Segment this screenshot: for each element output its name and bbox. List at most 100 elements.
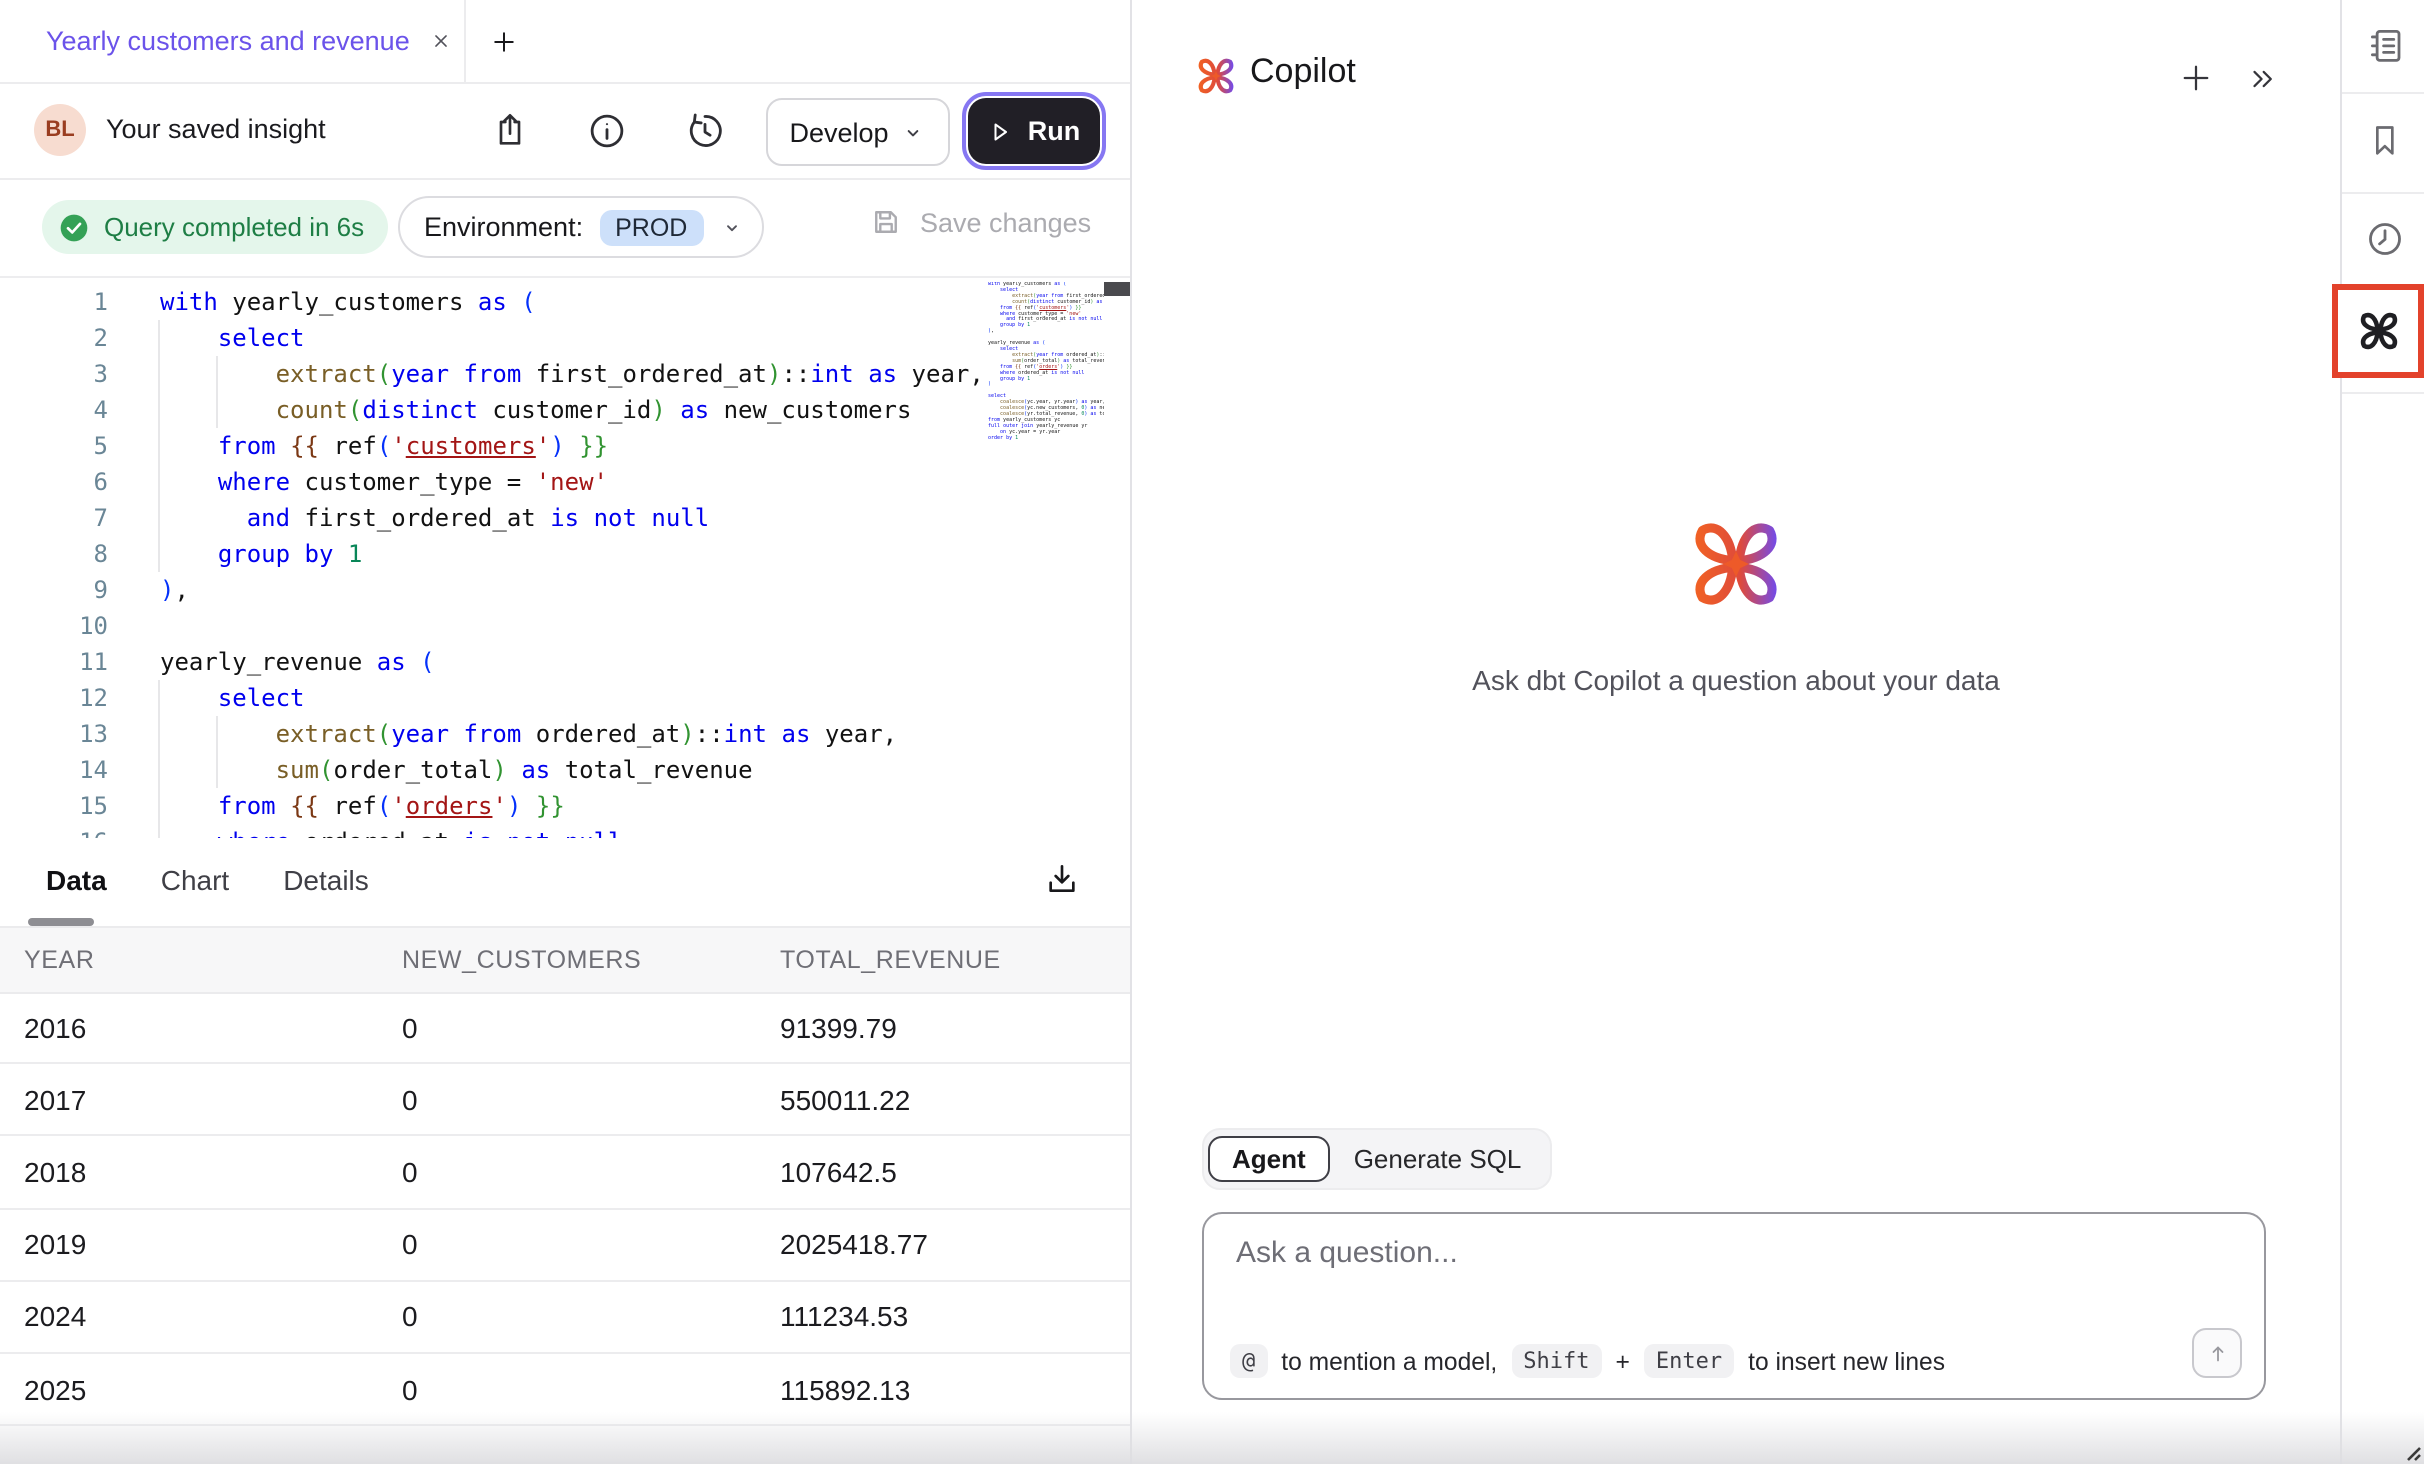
line-number: 10 bbox=[0, 608, 108, 644]
query-status-pill: Query completed in 6s bbox=[42, 200, 388, 254]
line-number: 1 bbox=[0, 284, 108, 320]
table-cell: 115892.13 bbox=[780, 1373, 1130, 1405]
table-row[interactable]: 20180107642.5 bbox=[0, 1137, 1130, 1209]
table-cell: 0 bbox=[402, 1084, 780, 1116]
resize-handle[interactable] bbox=[2404, 1444, 2422, 1462]
dbt-copilot-logo-large bbox=[1684, 508, 1788, 620]
copilot-panel: Copilot Ask dbt bbox=[1132, 0, 2340, 1464]
column-header-new-customers[interactable]: NEW_CUSTOMERS bbox=[402, 946, 780, 974]
copilot-icon bbox=[2355, 308, 2401, 354]
line-number: 12 bbox=[0, 680, 108, 716]
sql-editor[interactable]: 12345678910111213141516 with yearly_cust… bbox=[0, 276, 1130, 838]
rail-divider bbox=[2342, 92, 2424, 94]
code-line: count(distinct customer_id) as new_custo… bbox=[160, 392, 988, 428]
info-icon[interactable] bbox=[582, 106, 630, 154]
code-line: order by 1 bbox=[988, 436, 1104, 442]
new-chat-icon[interactable] bbox=[2178, 60, 2214, 96]
run-button[interactable]: Run bbox=[968, 98, 1100, 164]
table-cell: 2025418.77 bbox=[780, 1228, 1130, 1260]
code-line: from {{ ref('orders') }} bbox=[160, 788, 988, 824]
table-cell: 2017 bbox=[0, 1084, 402, 1116]
table-row[interactable]: 2016091399.79 bbox=[0, 992, 1130, 1064]
dbt-insight-workspace: Yearly customers and revenue BL Your sav… bbox=[0, 0, 2424, 1464]
rail-divider bbox=[2342, 392, 2424, 394]
notebook-icon[interactable] bbox=[2342, 24, 2424, 66]
editor-scrollbar-thumb[interactable] bbox=[1104, 282, 1130, 296]
results-panel: Data Chart Details YEAR NEW_CUSTOMERS TO… bbox=[0, 836, 1130, 1464]
tab-yearly-customers-and-revenue[interactable]: Yearly customers and revenue bbox=[46, 0, 452, 82]
download-icon[interactable] bbox=[1040, 858, 1084, 902]
tab-details[interactable]: Details bbox=[283, 864, 369, 896]
table-cell: 2025 bbox=[0, 1373, 402, 1405]
table-cell: 0 bbox=[402, 1301, 780, 1333]
chevron-down-icon bbox=[901, 119, 927, 145]
table-row[interactable]: 20250115892.13 bbox=[0, 1354, 1130, 1426]
column-header-total-revenue[interactable]: TOTAL_REVENUE bbox=[780, 946, 1130, 974]
dbt-copilot-logo-icon bbox=[1194, 54, 1238, 98]
play-icon bbox=[988, 119, 1012, 143]
mode-agent-button[interactable]: Agent bbox=[1208, 1136, 1330, 1182]
code-line: from {{ ref('customers') }} bbox=[160, 428, 988, 464]
question-input[interactable] bbox=[1232, 1232, 2200, 1320]
code-line: ), bbox=[160, 572, 988, 608]
tab-chart[interactable]: Chart bbox=[161, 864, 229, 896]
copilot-title: Copilot bbox=[1250, 52, 1356, 92]
table-row[interactable]: 20170550011.22 bbox=[0, 1064, 1130, 1136]
environment-value-chip: PROD bbox=[599, 209, 703, 245]
editor-pane: Yearly customers and revenue BL Your sav… bbox=[0, 0, 1132, 1464]
table-cell: 2018 bbox=[0, 1156, 402, 1188]
line-number: 8 bbox=[0, 536, 108, 572]
table-row[interactable]: 201902025418.77 bbox=[0, 1209, 1130, 1281]
table-cell: 111234.53 bbox=[780, 1301, 1130, 1333]
code-line: extract(year from ordered_at)::int as ye… bbox=[160, 716, 988, 752]
column-header-year[interactable]: YEAR bbox=[0, 946, 402, 974]
input-hint: @ to mention a model, Shift + Enter to i… bbox=[1230, 1344, 1945, 1378]
close-icon[interactable] bbox=[430, 30, 452, 52]
develop-label: Develop bbox=[789, 117, 888, 147]
table-cell: 2016 bbox=[0, 1011, 402, 1043]
collapse-panel-icon[interactable] bbox=[2246, 62, 2280, 96]
mode-generate-sql-button[interactable]: Generate SQL bbox=[1330, 1138, 1546, 1180]
shift-key: Shift bbox=[1511, 1344, 1601, 1378]
right-icon-rail bbox=[2340, 0, 2424, 1464]
query-status-text: Query completed in 6s bbox=[104, 212, 364, 242]
code-line: with yearly_customers as ( bbox=[160, 284, 988, 320]
history-clock-icon[interactable] bbox=[2342, 218, 2424, 260]
save-icon bbox=[868, 204, 904, 240]
new-tab-button[interactable] bbox=[486, 24, 522, 60]
code-line: where customer_type = 'new' bbox=[160, 464, 988, 500]
minimap[interactable]: with yearly_customers as ( select extrac… bbox=[988, 282, 1104, 834]
table-cell: 550011.22 bbox=[780, 1084, 1130, 1116]
results-tabs: Data Chart Details bbox=[46, 836, 369, 924]
table-header: YEAR NEW_CUSTOMERS TOTAL_REVENUE bbox=[0, 926, 1130, 994]
table-row[interactable]: 20240111234.53 bbox=[0, 1282, 1130, 1354]
tab-data[interactable]: Data bbox=[46, 864, 107, 896]
insight-title: Your saved insight bbox=[106, 114, 326, 144]
code-line: yearly_revenue as ( bbox=[160, 644, 988, 680]
line-number: 15 bbox=[0, 788, 108, 824]
table-cell: 0 bbox=[402, 1373, 780, 1405]
develop-dropdown[interactable]: Develop bbox=[766, 98, 950, 166]
at-key: @ bbox=[1230, 1344, 1267, 1378]
bookmark-icon[interactable] bbox=[2342, 120, 2424, 160]
send-button[interactable] bbox=[2192, 1328, 2242, 1378]
line-number: 13 bbox=[0, 716, 108, 752]
environment-selector[interactable]: Environment: PROD bbox=[398, 196, 763, 258]
line-number-gutter: 12345678910111213141516 bbox=[0, 284, 108, 838]
table-cell: 0 bbox=[402, 1156, 780, 1188]
enter-key: Enter bbox=[1644, 1344, 1734, 1378]
insight-toolbar: BL Your saved insight Develop Run bbox=[0, 82, 1130, 180]
table-cell: 2019 bbox=[0, 1228, 402, 1260]
copilot-empty-text: Ask dbt Copilot a question about your da… bbox=[1132, 664, 2340, 696]
rail-divider bbox=[2342, 192, 2424, 194]
copilot-icon-active[interactable] bbox=[2332, 284, 2424, 378]
line-number: 5 bbox=[0, 428, 108, 464]
history-icon[interactable] bbox=[680, 106, 728, 154]
code-line: extract(year from first_ordered_at)::int… bbox=[160, 356, 988, 392]
line-number: 6 bbox=[0, 464, 108, 500]
share-icon[interactable] bbox=[486, 106, 534, 154]
tab-divider bbox=[464, 0, 466, 82]
code-line: group by 1 bbox=[160, 536, 988, 572]
code-line: and first_ordered_at is not null bbox=[160, 500, 988, 536]
save-changes-button[interactable]: Save changes bbox=[868, 204, 1091, 240]
